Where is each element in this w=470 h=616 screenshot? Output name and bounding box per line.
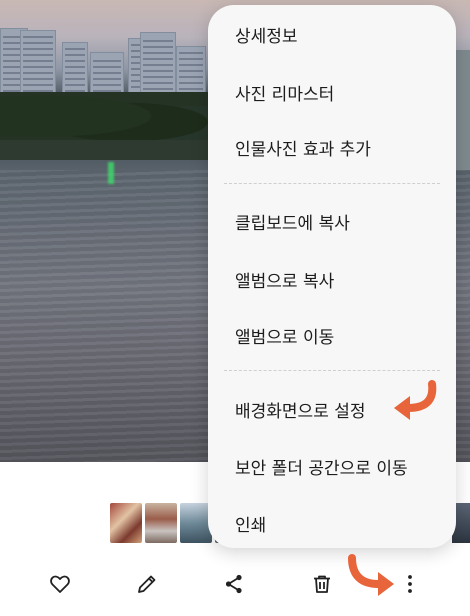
menu-item-copy-clipboard[interactable]: 클립보드에 복사 — [208, 193, 456, 249]
arrow-annotation-icon — [394, 380, 437, 420]
menu-divider — [224, 370, 440, 371]
menu-item-details[interactable]: 상세정보 — [208, 6, 456, 62]
menu-item-copy-to-album[interactable]: 앨범으로 복사 — [208, 251, 456, 307]
menu-item-portrait-effect[interactable]: 인물사진 효과 추가 — [208, 119, 456, 175]
context-menu: 상세정보 사진 리마스터 인물사진 효과 추가 클립보드에 복사 앨범으로 복사… — [208, 5, 456, 548]
river-bank — [0, 140, 240, 160]
heart-icon — [50, 575, 70, 593]
pencil-icon — [138, 575, 156, 593]
share-icon — [225, 574, 242, 594]
more-vertical-icon — [408, 575, 412, 593]
trash-icon — [314, 575, 330, 593]
thumbnail[interactable] — [110, 503, 142, 543]
thumbnail[interactable] — [145, 503, 177, 543]
menu-item-move-secure-folder[interactable]: 보안 폴더 공간으로 이동 — [208, 438, 456, 494]
favorite-button[interactable] — [44, 568, 76, 600]
menu-item-print[interactable]: 인쇄 — [208, 495, 456, 551]
menu-item-remaster[interactable]: 사진 리마스터 — [208, 64, 456, 120]
share-button[interactable] — [218, 568, 250, 600]
edit-button[interactable] — [131, 568, 163, 600]
light-reflection — [108, 162, 114, 184]
arrow-annotation-icon — [348, 554, 394, 596]
menu-divider — [224, 183, 440, 184]
delete-button[interactable] — [306, 568, 338, 600]
menu-item-move-to-album[interactable]: 앨범으로 이동 — [208, 307, 456, 363]
